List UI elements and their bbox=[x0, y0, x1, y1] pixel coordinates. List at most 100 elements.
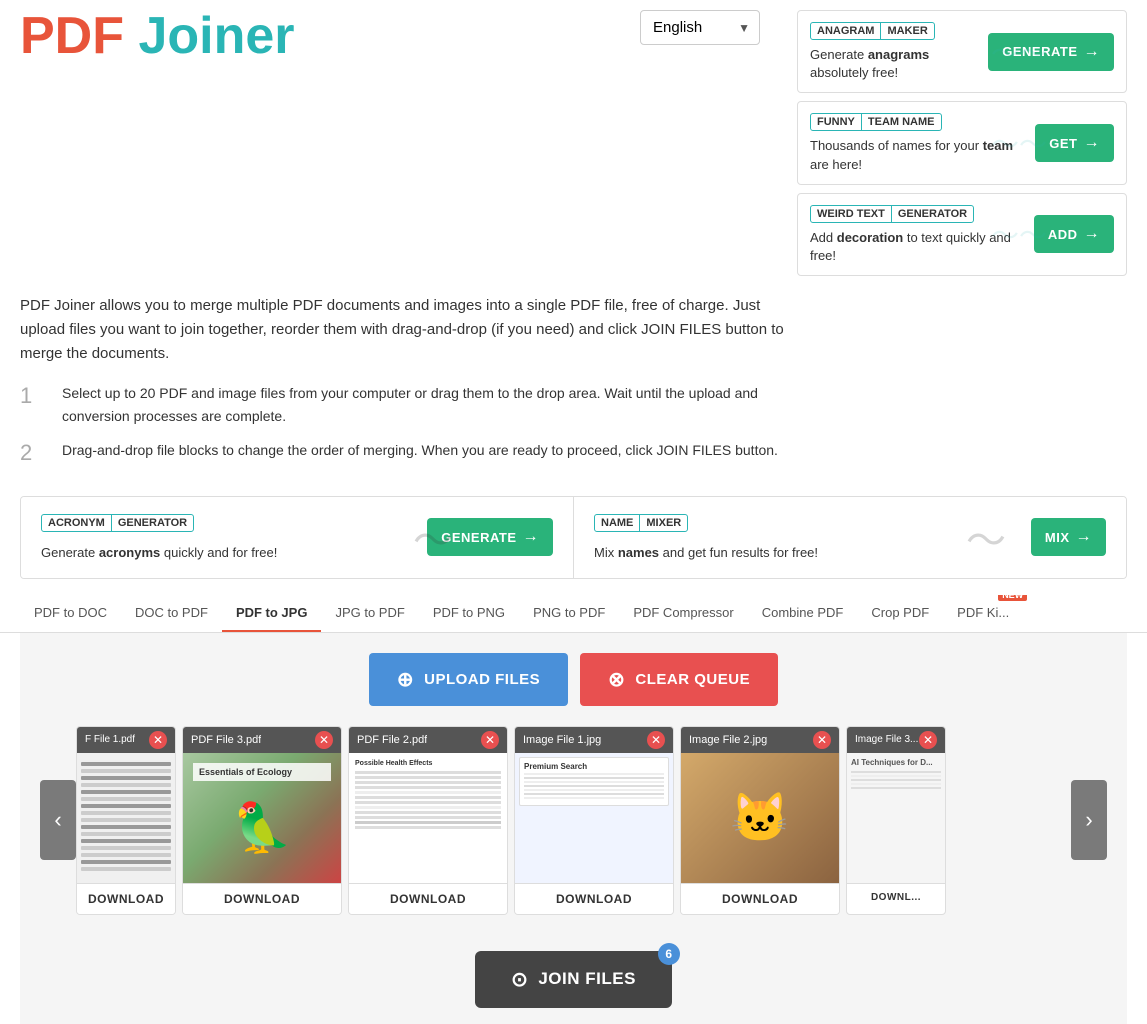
new-badge: NEW bbox=[998, 595, 1027, 601]
file-card-3-download-button[interactable]: DOWNLOAD bbox=[515, 883, 673, 914]
tab-pdf-to-jpg[interactable]: PDF to JPG bbox=[222, 595, 322, 632]
main-content: PDF Joiner allows you to merge multiple … bbox=[20, 294, 797, 479]
pdf-line bbox=[81, 846, 171, 850]
banner-ads: ACRONYM GENERATOR Generate acronyms quic… bbox=[20, 496, 1127, 579]
pdf-line bbox=[81, 860, 171, 864]
right-spacer bbox=[797, 294, 1127, 479]
step-2: 2 Drag-and-drop file blocks to change th… bbox=[20, 439, 787, 468]
ad-funny-team-tag-part2: TEAM NAME bbox=[861, 114, 941, 130]
pdf-line bbox=[81, 825, 171, 829]
file-card-5-close-button[interactable]: ✕ bbox=[919, 731, 937, 749]
cat-icon: 🐱 bbox=[730, 789, 790, 846]
tab-pdf-to-png[interactable]: PDF to PNG bbox=[419, 595, 519, 632]
join-files-button[interactable]: ⊙ JOIN FILES 6 bbox=[475, 951, 672, 1008]
step-2-text: Drag-and-drop file blocks to change the … bbox=[62, 439, 778, 461]
upload-files-button[interactable]: ⊕ UPLOAD FILES bbox=[369, 653, 568, 706]
banner-name-mixer-button[interactable]: MIX → bbox=[1031, 518, 1106, 556]
file-card-5-preview: AI Techniques for D... bbox=[847, 753, 945, 883]
tab-combine-pdf[interactable]: Combine PDF bbox=[748, 595, 858, 632]
pdf-line bbox=[81, 769, 171, 773]
ad-funny-team-deco: 〜〜 bbox=[991, 102, 1041, 183]
banner-ad-acronym-tag: ACRONYM GENERATOR bbox=[41, 514, 194, 532]
file-card-5-header: Image File 3... ✕ bbox=[847, 727, 945, 753]
file-card-4-download-button[interactable]: DOWNLOAD bbox=[681, 883, 839, 914]
ad-weird-text-deco: 〜〜 bbox=[991, 194, 1041, 275]
pdf-line bbox=[81, 832, 171, 836]
banner-name-mixer-tag-part2: MIXER bbox=[639, 515, 687, 531]
ad-anagram-content: ANAGRAM MAKER Generate anagrams absolute… bbox=[810, 21, 988, 82]
file-card-2: PDF File 2.pdf ✕ Possible Health Effects bbox=[348, 726, 508, 915]
banner-ad-name-mixer-deco: 〜 bbox=[966, 497, 1006, 578]
tab-pdf-kit[interactable]: PDF Ki... NEW bbox=[943, 595, 1023, 632]
language-select[interactable]: English Deutsch Español Français Русский bbox=[640, 10, 760, 45]
file-card-0-pdf-lines bbox=[77, 758, 175, 878]
pdf-line bbox=[81, 776, 171, 780]
file-card-1-header: PDF File 3.pdf ✕ bbox=[183, 727, 341, 753]
pdf-line bbox=[81, 783, 171, 787]
upload-area: ⊕ UPLOAD FILES ⊗ CLEAR QUEUE ‹ F File 1.… bbox=[20, 633, 1127, 935]
tab-pdf-compressor[interactable]: PDF Compressor bbox=[619, 595, 747, 632]
banner-acronym-tag-part2: GENERATOR bbox=[111, 515, 193, 531]
pdf-line bbox=[81, 790, 171, 794]
pdf-line bbox=[81, 867, 171, 871]
logo-pdf: PDF bbox=[20, 7, 124, 65]
ad-anagram-text: Generate anagrams absolutely free! bbox=[810, 46, 988, 82]
ad-funny-team-get-button[interactable]: GET → bbox=[1035, 124, 1114, 162]
file-card-4-header: Image File 2.jpg ✕ bbox=[681, 727, 839, 753]
file-card-1-book-title: Essentials of Ecology bbox=[193, 763, 331, 781]
upload-icon: ⊕ bbox=[397, 667, 414, 692]
arrow-icon: → bbox=[1076, 528, 1093, 546]
banner-ad-acronym-content: ACRONYM GENERATOR Generate acronyms quic… bbox=[41, 513, 427, 562]
file-card-4-close-button[interactable]: ✕ bbox=[813, 731, 831, 749]
ad-weird-text-tag-part2: GENERATOR bbox=[891, 206, 973, 222]
files-carousel: ‹ F File 1.pdf ✕ bbox=[40, 726, 1107, 915]
pdf-line bbox=[81, 762, 171, 766]
banner-name-mixer-tag-part1: NAME bbox=[595, 515, 639, 531]
clear-queue-button[interactable]: ⊗ CLEAR QUEUE bbox=[580, 653, 778, 706]
ad-funny-team: FUNNY TEAM NAME Thousands of names for y… bbox=[797, 101, 1127, 184]
file-card-3-close-button[interactable]: ✕ bbox=[647, 731, 665, 749]
join-files-count-badge: 6 bbox=[658, 943, 680, 965]
file-card-3: Image File 1.jpg ✕ Premium Search bbox=[514, 726, 674, 915]
pdf-line bbox=[81, 839, 171, 843]
ad-funny-team-tag-part1: FUNNY bbox=[811, 114, 861, 130]
ad-anagram-tag: ANAGRAM MAKER bbox=[810, 22, 935, 40]
banner-ad-acronym-deco: 〜 bbox=[413, 497, 453, 578]
file-card-2-name: PDF File 2.pdf bbox=[357, 734, 427, 746]
file-card-3-search-preview: Premium Search bbox=[519, 757, 669, 806]
carousel-prev-button[interactable]: ‹ bbox=[40, 780, 76, 860]
file-card-4: Image File 2.jpg ✕ 🐱 DOWNLOAD bbox=[680, 726, 840, 915]
banner-name-mixer-tag: NAME MIXER bbox=[594, 514, 688, 532]
tab-crop-pdf[interactable]: Crop PDF bbox=[857, 595, 943, 632]
upload-buttons: ⊕ UPLOAD FILES ⊗ CLEAR QUEUE bbox=[40, 653, 1107, 706]
file-card-1-download-button[interactable]: DOWNLOAD bbox=[183, 883, 341, 914]
arrow-icon: → bbox=[1084, 43, 1101, 61]
parrot-icon: 🦜 bbox=[232, 799, 292, 856]
clear-icon: ⊗ bbox=[608, 667, 625, 692]
ad-funny-team-tag: FUNNY TEAM NAME bbox=[810, 113, 942, 131]
banner-ad-acronym: ACRONYM GENERATOR Generate acronyms quic… bbox=[21, 497, 573, 578]
top-section: PDF Joiner allows you to merge multiple … bbox=[0, 284, 1147, 479]
tab-pdf-to-doc[interactable]: PDF to DOC bbox=[20, 595, 121, 632]
ad-anagram-tag-part2: MAKER bbox=[880, 23, 933, 39]
file-card-0-download-button[interactable]: DOWNLOAD bbox=[77, 883, 175, 914]
arrow-icon: → bbox=[1084, 225, 1101, 243]
file-card-0-close-button[interactable]: ✕ bbox=[149, 731, 167, 749]
file-card-2-close-button[interactable]: ✕ bbox=[481, 731, 499, 749]
banner-ad-name-mixer: NAME MIXER Mix names and get fun results… bbox=[573, 497, 1126, 578]
ad-weird-text: WEIRD TEXT GENERATOR Add decoration to t… bbox=[797, 193, 1127, 276]
file-card-2-download-button[interactable]: DOWNLOAD bbox=[349, 883, 507, 914]
right-ads-panel: ANAGRAM MAKER Generate anagrams absolute… bbox=[797, 10, 1127, 284]
arrow-icon: → bbox=[523, 528, 540, 546]
tab-doc-to-pdf[interactable]: DOC to PDF bbox=[121, 595, 222, 632]
tab-png-to-pdf[interactable]: PNG to PDF bbox=[519, 595, 619, 632]
file-card-4-name: Image File 2.jpg bbox=[689, 734, 767, 746]
file-card-5-download-button[interactable]: DOWNL... bbox=[847, 883, 945, 911]
file-card-2-header: PDF File 2.pdf ✕ bbox=[349, 727, 507, 753]
carousel-next-button[interactable]: › bbox=[1071, 780, 1107, 860]
arrow-icon: → bbox=[1084, 134, 1101, 152]
tab-jpg-to-pdf[interactable]: JPG to PDF bbox=[321, 595, 418, 632]
file-card-1: PDF File 3.pdf ✕ Essentials of Ecology 🦜… bbox=[182, 726, 342, 915]
pdf-line bbox=[81, 853, 171, 857]
file-card-1-close-button[interactable]: ✕ bbox=[315, 731, 333, 749]
